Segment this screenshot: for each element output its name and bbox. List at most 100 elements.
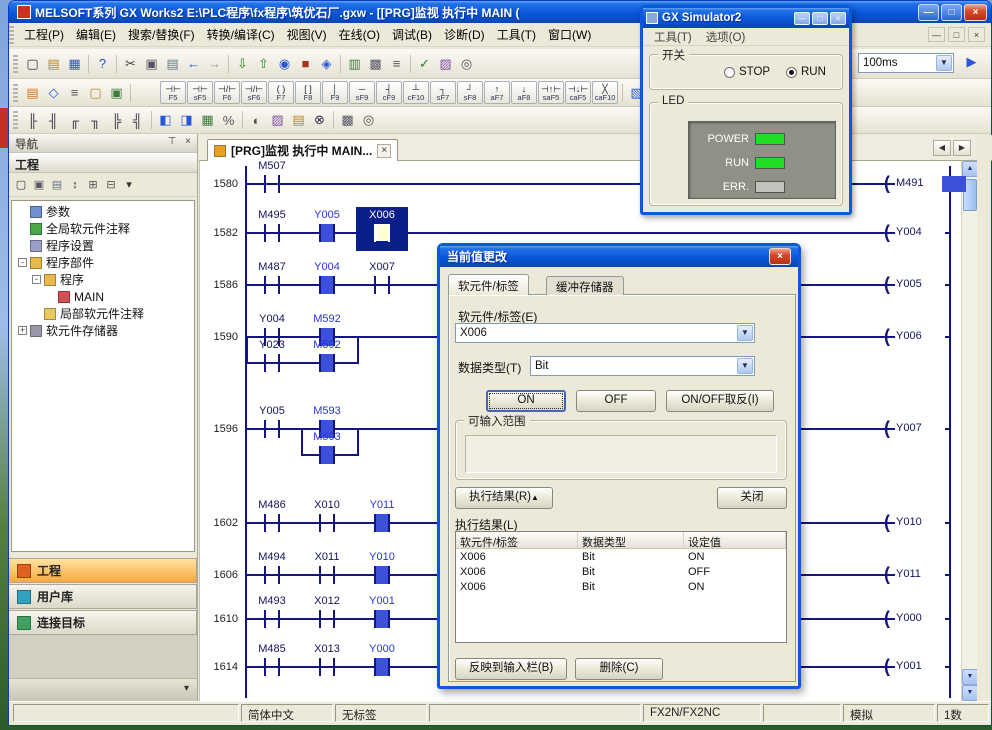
simulator-close-button[interactable]: × xyxy=(830,12,846,25)
tab-scroll-right-icon[interactable]: ▶ xyxy=(953,140,971,156)
tree-item-程序部件[interactable]: -程序部件 xyxy=(12,254,194,271)
device-test-icon[interactable]: ◐ xyxy=(246,110,267,130)
scroll-down-icon[interactable]: ▼ xyxy=(962,685,978,701)
write-to-plc-icon[interactable]: ⇩ xyxy=(232,54,253,74)
ladder-symbol-af8-button[interactable]: ↓aF8 xyxy=(511,81,537,104)
scroll-page-down-icon[interactable]: ▼ xyxy=(962,669,978,685)
on-button[interactable]: ON xyxy=(486,390,566,412)
tab-buffer-memory[interactable]: 缓冲存储器 xyxy=(546,276,624,295)
mdi-close-button[interactable]: × xyxy=(968,27,985,42)
device-combo[interactable]: X006 ▼ xyxy=(455,323,755,343)
device-comment-icon[interactable]: ▣ xyxy=(106,83,127,103)
run-radio[interactable]: RUN xyxy=(786,66,826,78)
program-check-icon[interactable]: ✓ xyxy=(414,54,435,74)
ladder-symbol-sf6-button[interactable]: ⊣/⊢sF6 xyxy=(241,81,267,104)
tab-close-icon[interactable]: × xyxy=(377,144,391,158)
ladder-symbol-sf7-button[interactable]: ┐sF7 xyxy=(430,81,456,104)
tree-item-程序[interactable]: -程序 xyxy=(12,271,194,288)
simulator-menu-item[interactable]: 工具(T) xyxy=(647,27,699,47)
ladder-symbol-f5-button[interactable]: ⊣⊢F5 xyxy=(160,81,186,104)
buffer-memory-icon[interactable]: ▩ xyxy=(365,54,386,74)
zoom-icon[interactable]: ◎ xyxy=(358,110,379,130)
comment-display-icon[interactable]: ▩ xyxy=(337,110,358,130)
menu-item[interactable]: 视图(V) xyxy=(281,23,333,46)
tree-item-软元件存储器[interactable]: +软元件存储器 xyxy=(12,322,194,339)
insert-column-icon[interactable]: ╠ xyxy=(106,110,127,130)
delete-button[interactable]: 删除(C) xyxy=(575,658,663,680)
tab-scroll-left-icon[interactable]: ◀ xyxy=(933,140,951,156)
insert-row-icon[interactable]: ╓ xyxy=(64,110,85,130)
toolbar-grip[interactable] xyxy=(13,111,18,129)
more-views-icon[interactable]: ▾ xyxy=(184,683,189,694)
tab-device-label[interactable]: 软元件/标签 xyxy=(448,274,529,295)
inline-st-icon[interactable]: ▦ xyxy=(197,110,218,130)
nav-sort-icon[interactable]: ↕ xyxy=(66,176,84,194)
pin-icon[interactable]: ⊤ xyxy=(165,136,179,147)
monitor-mode-icon[interactable]: ◉ xyxy=(274,54,295,74)
dialog-titlebar[interactable]: 当前值更改 × xyxy=(440,246,798,267)
device-combo-dropdown-icon[interactable]: ▼ xyxy=(737,325,753,341)
menu-item[interactable]: 调试(B) xyxy=(386,23,438,46)
scan-time-combo[interactable]: 100ms ▼ xyxy=(858,53,954,73)
delete-column-icon[interactable]: ╣ xyxy=(127,110,148,130)
execution-result-list[interactable]: 软元件/标签 数据类型 设定值 X006BitONX006BitOFFX006B… xyxy=(455,531,787,643)
redo-icon[interactable]: → xyxy=(204,54,225,74)
collapse-icon[interactable]: - xyxy=(18,258,27,267)
vertical-scrollbar[interactable]: ▲ ▼ ▼ xyxy=(961,161,977,701)
sfc-editor-icon[interactable]: ◇ xyxy=(43,83,64,103)
menu-item[interactable]: 编辑(E) xyxy=(70,23,122,46)
menu-item[interactable]: 搜索/替换(F) xyxy=(122,23,201,46)
off-button[interactable]: OFF xyxy=(576,390,656,412)
partial-execution-icon[interactable]: ▤ xyxy=(288,110,309,130)
menu-item[interactable]: 转换/编译(C) xyxy=(201,23,281,46)
tab-main-program[interactable]: [PRG]监视 执行中 MAIN... × xyxy=(207,139,398,161)
toolbar-grip[interactable] xyxy=(13,84,18,102)
ladder-symbol-sf5-button[interactable]: ⊣⊢sF5 xyxy=(187,81,213,104)
simulator-minimize-button[interactable]: — xyxy=(794,12,810,25)
cross-reference-icon[interactable]: ◎ xyxy=(456,54,477,74)
ladder-symbol-f6-button[interactable]: ⊣/⊢F6 xyxy=(214,81,240,104)
toolbar-grip[interactable] xyxy=(13,55,18,73)
delete-line-icon[interactable]: ◨ xyxy=(176,110,197,130)
scrollbar-thumb[interactable] xyxy=(963,179,977,211)
verify-icon[interactable]: ≡ xyxy=(386,54,407,74)
menu-item[interactable]: 窗口(W) xyxy=(542,23,597,46)
delete-row-icon[interactable]: ╖ xyxy=(85,110,106,130)
cut-icon[interactable]: ✂ xyxy=(120,54,141,74)
nav-paste-icon[interactable]: ▤ xyxy=(48,176,66,194)
nav-expand-all-icon[interactable]: ⊞ xyxy=(84,176,102,194)
nav-collapse-all-icon[interactable]: ⊟ xyxy=(102,176,120,194)
dialog-close-button[interactable]: × xyxy=(769,248,791,265)
simulator-maximize-button[interactable]: □ xyxy=(812,12,828,25)
insert-rung-icon[interactable]: ╟ xyxy=(22,110,43,130)
scroll-up-icon[interactable]: ▲ xyxy=(962,161,978,177)
ladder-symbol-caf5-button[interactable]: ⊣↓⊢caF5 xyxy=(565,81,591,104)
tree-item-全局软元件注释[interactable]: 全局软元件注释 xyxy=(12,220,194,237)
scaling-icon[interactable]: % xyxy=(218,110,239,130)
ladder-editor-icon[interactable]: ▤ xyxy=(22,83,43,103)
tree-item-MAIN[interactable]: MAIN xyxy=(12,288,194,305)
maximize-button[interactable]: □ xyxy=(941,4,962,21)
monitor-stop-icon[interactable]: ■ xyxy=(295,54,316,74)
nav-new-icon[interactable]: ▢ xyxy=(12,176,30,194)
ladder-symbol-saf5-button[interactable]: ⊣↑⊢saF5 xyxy=(538,81,564,104)
read-from-plc-icon[interactable]: ⇧ xyxy=(253,54,274,74)
nav-button-project[interactable]: 工程 xyxy=(9,558,197,583)
statement-insert-icon[interactable]: ▶ xyxy=(961,52,982,72)
ladder-symbol-af7-button[interactable]: ↑aF7 xyxy=(484,81,510,104)
mdi-restore-button[interactable]: □ xyxy=(948,27,965,42)
execution-result-button[interactable]: 执行结果(R)▲ xyxy=(455,487,553,509)
ladder-symbol-sf8-button[interactable]: ┘sF8 xyxy=(457,81,483,104)
ladder-symbol-caf10-button[interactable]: ╳caF10 xyxy=(592,81,618,104)
paste-icon[interactable]: ▤ xyxy=(162,54,183,74)
column-set-value[interactable]: 设定值 xyxy=(684,532,786,548)
tree-item-局部软元件注释[interactable]: 局部软元件注释 xyxy=(12,305,194,322)
collapse-icon[interactable]: - xyxy=(32,275,41,284)
parameter-icon[interactable]: ▨ xyxy=(435,54,456,74)
tree-item-程序设置[interactable]: 程序设置 xyxy=(12,237,194,254)
minimize-button[interactable]: — xyxy=(918,4,939,21)
close-button[interactable]: × xyxy=(964,4,987,21)
navigation-more-bar[interactable]: ▾ xyxy=(9,678,197,701)
note-icon[interactable]: ▢ xyxy=(85,83,106,103)
copy-icon[interactable]: ▣ xyxy=(141,54,162,74)
